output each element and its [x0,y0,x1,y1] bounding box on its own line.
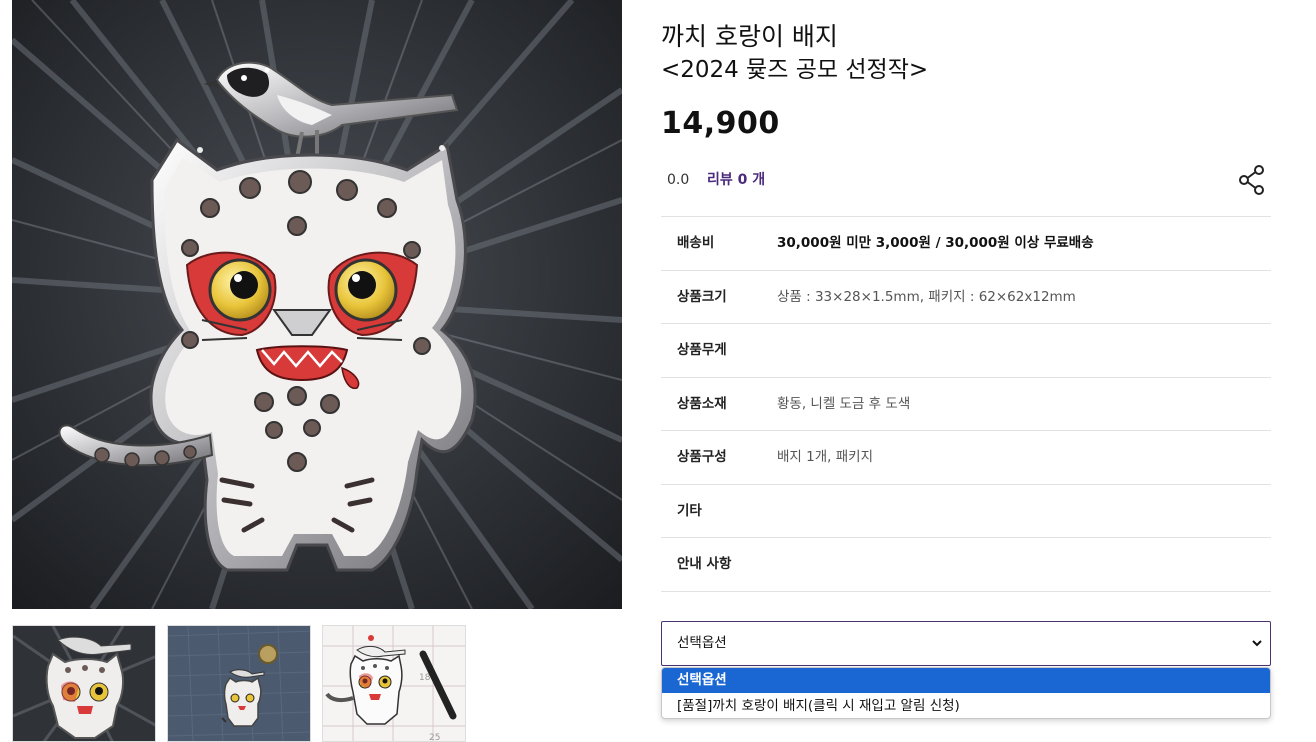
calendar-day-18: 18 [419,673,431,683]
main-product-image[interactable] [12,0,622,609]
spec-row-contents: 상품구성 배지 1개, 패키지 [661,431,1271,485]
option-select[interactable]: 선택옵션 [661,621,1271,666]
product-price: 14,900 [661,106,780,141]
thumbnail-3[interactable]: 18 25 [322,625,466,742]
thumbnail-strip: 18 25 [12,625,482,742]
share-icon [1239,165,1264,195]
product-subtitle: <2024 뮻즈 공모 선정작> [661,57,929,83]
spec-label: 상품구성 [677,449,727,465]
option-item-soldout[interactable]: [품절]까치 호랑이 배지(클릭 시 재입고 알림 신청) [662,694,1270,718]
rating-score: 0.0 [667,172,690,188]
spec-label: 안내 사항 [677,556,732,572]
reviews-link[interactable]: 리뷰 0 개 [707,170,765,190]
chevron-down-icon [1252,640,1262,647]
spec-row-size: 상품크기 상품 : 33×28×1.5mm, 패키지 : 62×62x12mm [661,271,1271,324]
spec-value: 배지 1개, 패키지 [777,449,873,465]
spec-label: 상품무게 [677,342,727,358]
thumbnail-1[interactable] [12,625,156,742]
spec-label: 상품소재 [677,395,727,412]
spec-label: 기타 [677,502,702,519]
product-title: 까치 호랑이 배지 [661,22,838,51]
option-item-placeholder[interactable]: 선택옵션 [662,668,1270,693]
spec-row-etc: 기타 [661,485,1271,538]
spec-row-material: 상품소재 황동, 니켈 도금 후 도색 [661,378,1271,431]
calendar-day-25: 25 [429,733,440,742]
thumbnail-2[interactable] [167,625,311,742]
spec-label: 배송비 [677,235,715,251]
spec-table: 배송비 30,000원 미만 3,000원 / 30,000원 이상 무료배송 … [661,216,1271,592]
spec-value: 상품 : 33×28×1.5mm, 패키지 : 62×62x12mm [777,288,1076,305]
share-button[interactable] [1238,164,1268,196]
spec-value: 30,000원 미만 3,000원 / 30,000원 이상 무료배송 [777,235,1094,251]
option-dropdown-list: 선택옵션 [품절]까치 호랑이 배지(클릭 시 재입고 알림 신청) [661,667,1271,719]
spec-value: 황동, 니켈 도금 후 도색 [777,395,911,412]
spec-label: 상품크기 [677,288,727,305]
option-select-value: 선택옵션 [677,635,727,651]
spec-row-notice: 안내 사항 [661,538,1271,592]
spec-row-shipping: 배송비 30,000원 미만 3,000원 / 30,000원 이상 무료배송 [661,217,1271,271]
spec-row-weight: 상품무게 [661,324,1271,378]
